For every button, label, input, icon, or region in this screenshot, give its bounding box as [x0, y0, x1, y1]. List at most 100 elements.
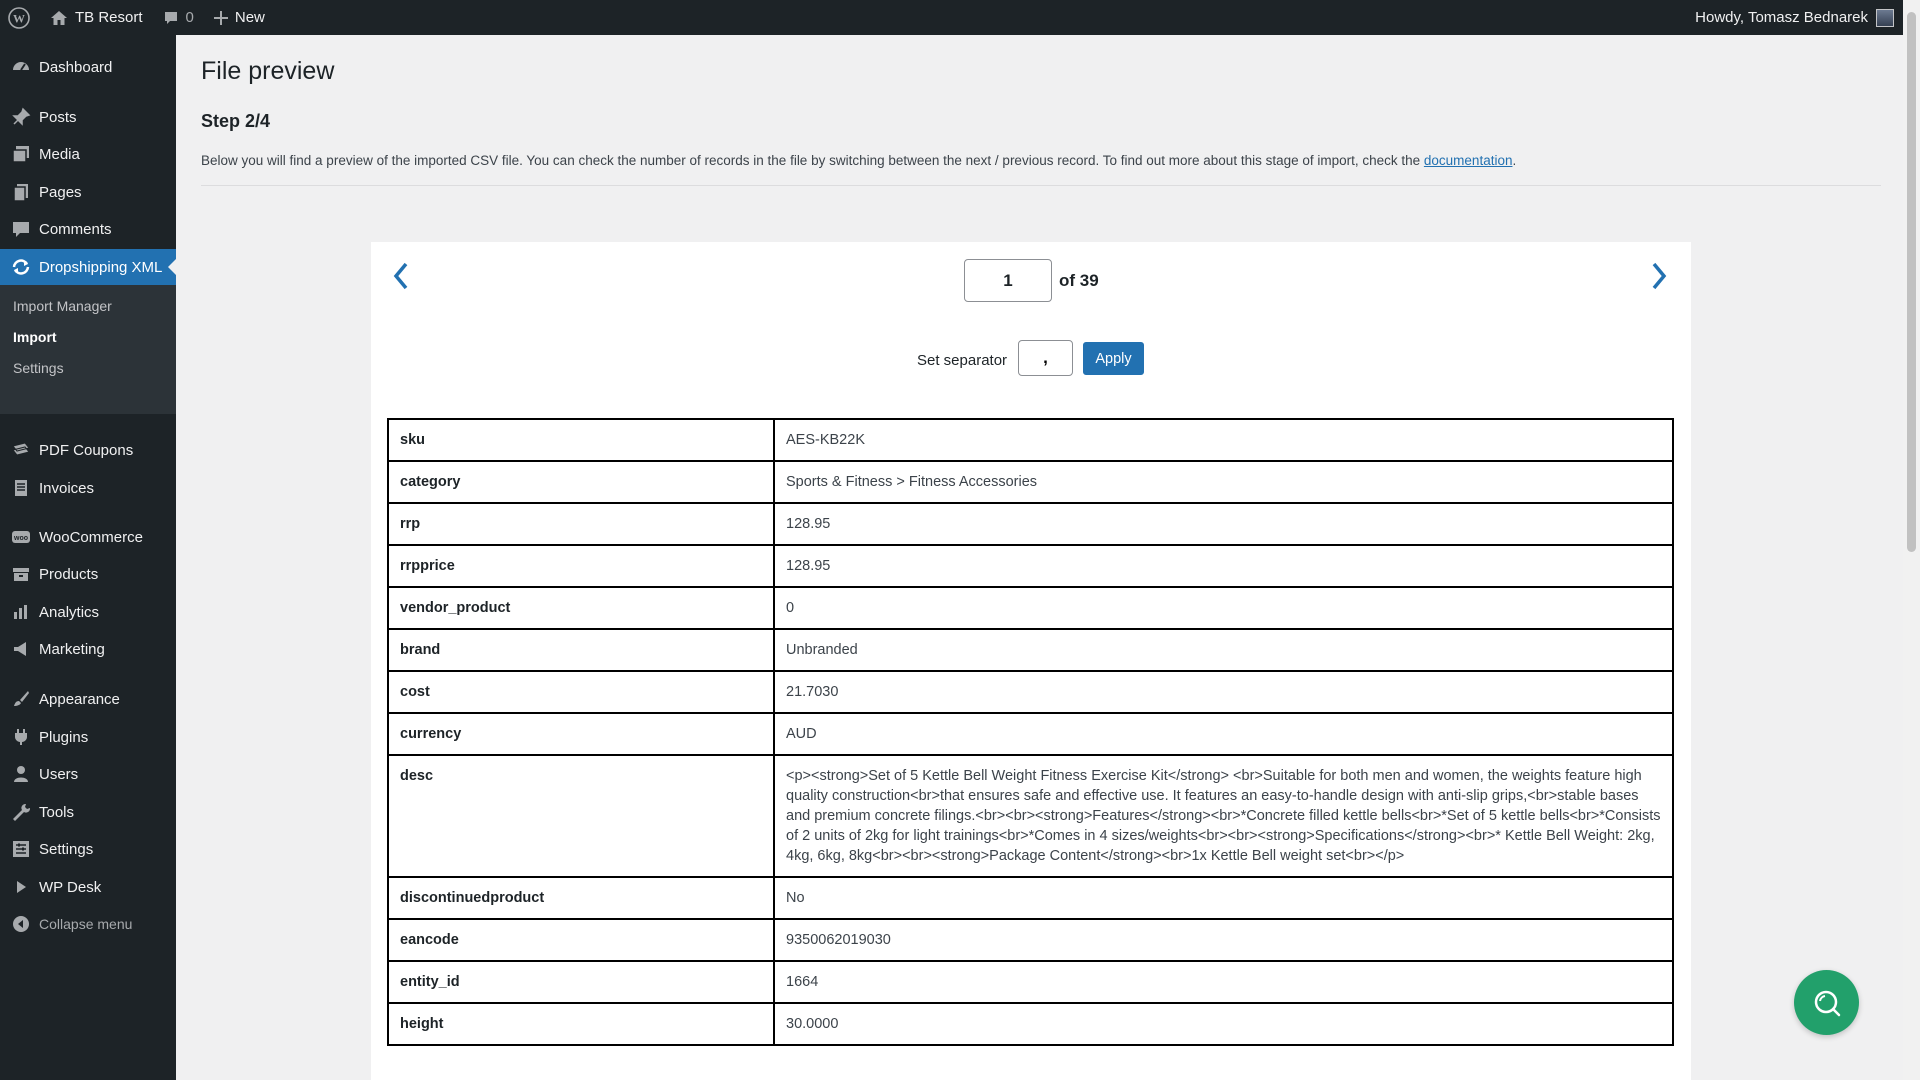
admin-bar: W TB Resort 0 New Howdy, Tomasz Bednarek: [0, 0, 1920, 35]
wordpress-icon: W: [8, 6, 30, 29]
table-row: cost 21.7030: [387, 670, 1674, 714]
intro-text: Below you will find a preview of the imp…: [201, 153, 1516, 168]
field-name: desc: [387, 754, 775, 878]
separator-label: Set separator: [917, 352, 1008, 369]
submenu-import[interactable]: Import: [0, 322, 176, 353]
previous-record-button[interactable]: [383, 256, 419, 296]
table-row: eancode 9350062019030: [387, 918, 1674, 962]
menu-analytics[interactable]: Analytics: [0, 594, 176, 630]
collapse-icon: [9, 914, 33, 934]
table-row: desc <p><strong>Set of 5 Kettle Bell Weig…: [387, 754, 1674, 878]
table-row: rrp 128.95: [387, 502, 1674, 546]
megaphone-icon: [9, 639, 33, 659]
apply-button[interactable]: Apply: [1083, 342, 1144, 375]
submenu-settings[interactable]: Settings: [0, 353, 176, 384]
menu-label: Posts: [39, 108, 77, 126]
help-search-button[interactable]: [1794, 970, 1859, 1035]
divider: [201, 185, 1881, 186]
field-name: rrpprice: [387, 544, 775, 588]
plugin-icon: [9, 727, 33, 747]
menu-label: WooCommerce: [39, 528, 143, 546]
site-name: TB Resort: [75, 9, 143, 26]
site-name-link[interactable]: TB Resort: [40, 0, 153, 35]
submenu-import-manager[interactable]: Import Manager: [0, 291, 176, 322]
menu-plugins[interactable]: Plugins: [0, 719, 176, 755]
media-icon: [9, 144, 33, 164]
svg-text:W: W: [13, 11, 25, 25]
new-label: New: [234, 9, 265, 26]
field-name: currency: [387, 712, 775, 756]
menu-woocommerce[interactable]: woo WooCommerce: [0, 519, 176, 555]
chart-icon: [9, 602, 33, 622]
collapse-label: Collapse menu: [39, 916, 133, 932]
table-row: currency AUD: [387, 712, 1674, 756]
page-title: File preview: [201, 57, 335, 85]
menu-label: Tools: [39, 803, 75, 821]
record-total: of 39: [1059, 271, 1099, 290]
coupon-icon: [9, 440, 33, 460]
dashboard-icon: [9, 57, 33, 77]
woo-icon: woo: [9, 527, 33, 547]
menu-label: Users: [39, 765, 79, 783]
menu-pdf-coupons[interactable]: PDF Coupons: [0, 432, 176, 468]
menu-tools[interactable]: Tools: [0, 794, 176, 830]
pages-icon: [9, 182, 33, 202]
field-name: category: [387, 460, 775, 504]
menu-label: Products: [39, 565, 99, 583]
menu-dropshipping-xml[interactable]: Dropshipping XML: [0, 249, 176, 285]
new-content-link[interactable]: New: [204, 0, 275, 35]
documentation-link[interactable]: documentation: [1424, 153, 1513, 168]
collapse-menu-button[interactable]: Collapse menu: [0, 906, 176, 942]
menu-users[interactable]: Users: [0, 756, 176, 792]
field-name: rrp: [387, 502, 775, 546]
field-value: 9350062019030: [773, 918, 1674, 962]
menu-label: Settings: [39, 840, 94, 858]
table-row: brand Unbranded: [387, 628, 1674, 672]
table-row: discontinuedproduct No: [387, 876, 1674, 920]
settings-icon: [9, 839, 33, 859]
file-preview-card: of 39 Set separator Apply skuAES-KB22K c…: [371, 242, 1691, 1080]
comments-link[interactable]: 0: [153, 0, 204, 35]
menu-appearance[interactable]: Appearance: [0, 681, 176, 717]
field-name: vendor_product: [387, 586, 775, 630]
menu-products[interactable]: Products: [0, 556, 176, 592]
next-record-button[interactable]: [1641, 256, 1677, 296]
field-value: 128.95: [773, 502, 1674, 546]
wordpress-logo[interactable]: W: [0, 0, 40, 35]
record-number-input[interactable]: [964, 259, 1052, 302]
menu-label: Plugins: [39, 728, 89, 746]
intro-body: Below you will find a preview of the imp…: [201, 153, 1424, 168]
menu-label: Dropshipping XML: [39, 258, 163, 276]
chevron-left-icon: [393, 262, 408, 290]
svg-text:woo: woo: [13, 535, 28, 542]
scrollbar-thumb[interactable]: [1907, 12, 1916, 552]
greeting: Howdy, Tomasz Bednarek: [1695, 9, 1868, 26]
menu-posts[interactable]: Posts: [0, 99, 176, 135]
my-account[interactable]: Howdy, Tomasz Bednarek: [1695, 8, 1920, 27]
field-name: eancode: [387, 918, 775, 962]
page-scrollbar[interactable]: [1903, 0, 1920, 1080]
comments-count: 0: [185, 9, 194, 26]
field-value: AUD: [773, 712, 1674, 756]
dropshipping-submenu: Import Manager Import Settings: [0, 285, 176, 414]
menu-marketing[interactable]: Marketing: [0, 631, 176, 667]
menu-dashboard[interactable]: Dashboard: [0, 49, 176, 85]
field-value: 128.95: [773, 544, 1674, 588]
menu-label: PDF Coupons: [39, 441, 134, 459]
menu-label: Marketing: [39, 640, 105, 658]
menu-settings[interactable]: Settings: [0, 831, 176, 867]
table-row: sku AES-KB22K: [387, 418, 1674, 462]
menu-comments[interactable]: Comments: [0, 211, 176, 247]
separator-input[interactable]: [1018, 340, 1073, 376]
menu-invoices[interactable]: Invoices: [0, 470, 176, 506]
avatar: [1876, 8, 1894, 27]
menu-label: Appearance: [39, 690, 120, 708]
menu-media[interactable]: Media: [0, 136, 176, 172]
plus-icon: [213, 10, 228, 25]
menu-pages[interactable]: Pages: [0, 174, 176, 210]
comment-icon: [163, 10, 179, 26]
table-row: entity_id 1664: [387, 960, 1674, 1004]
main-content: File preview Step 2/4 Below you will fin…: [176, 35, 1903, 1080]
menu-wp-desk[interactable]: WP Desk: [0, 869, 176, 905]
table-row: category Sports & Fitness > Fitness Acces…: [387, 460, 1674, 504]
